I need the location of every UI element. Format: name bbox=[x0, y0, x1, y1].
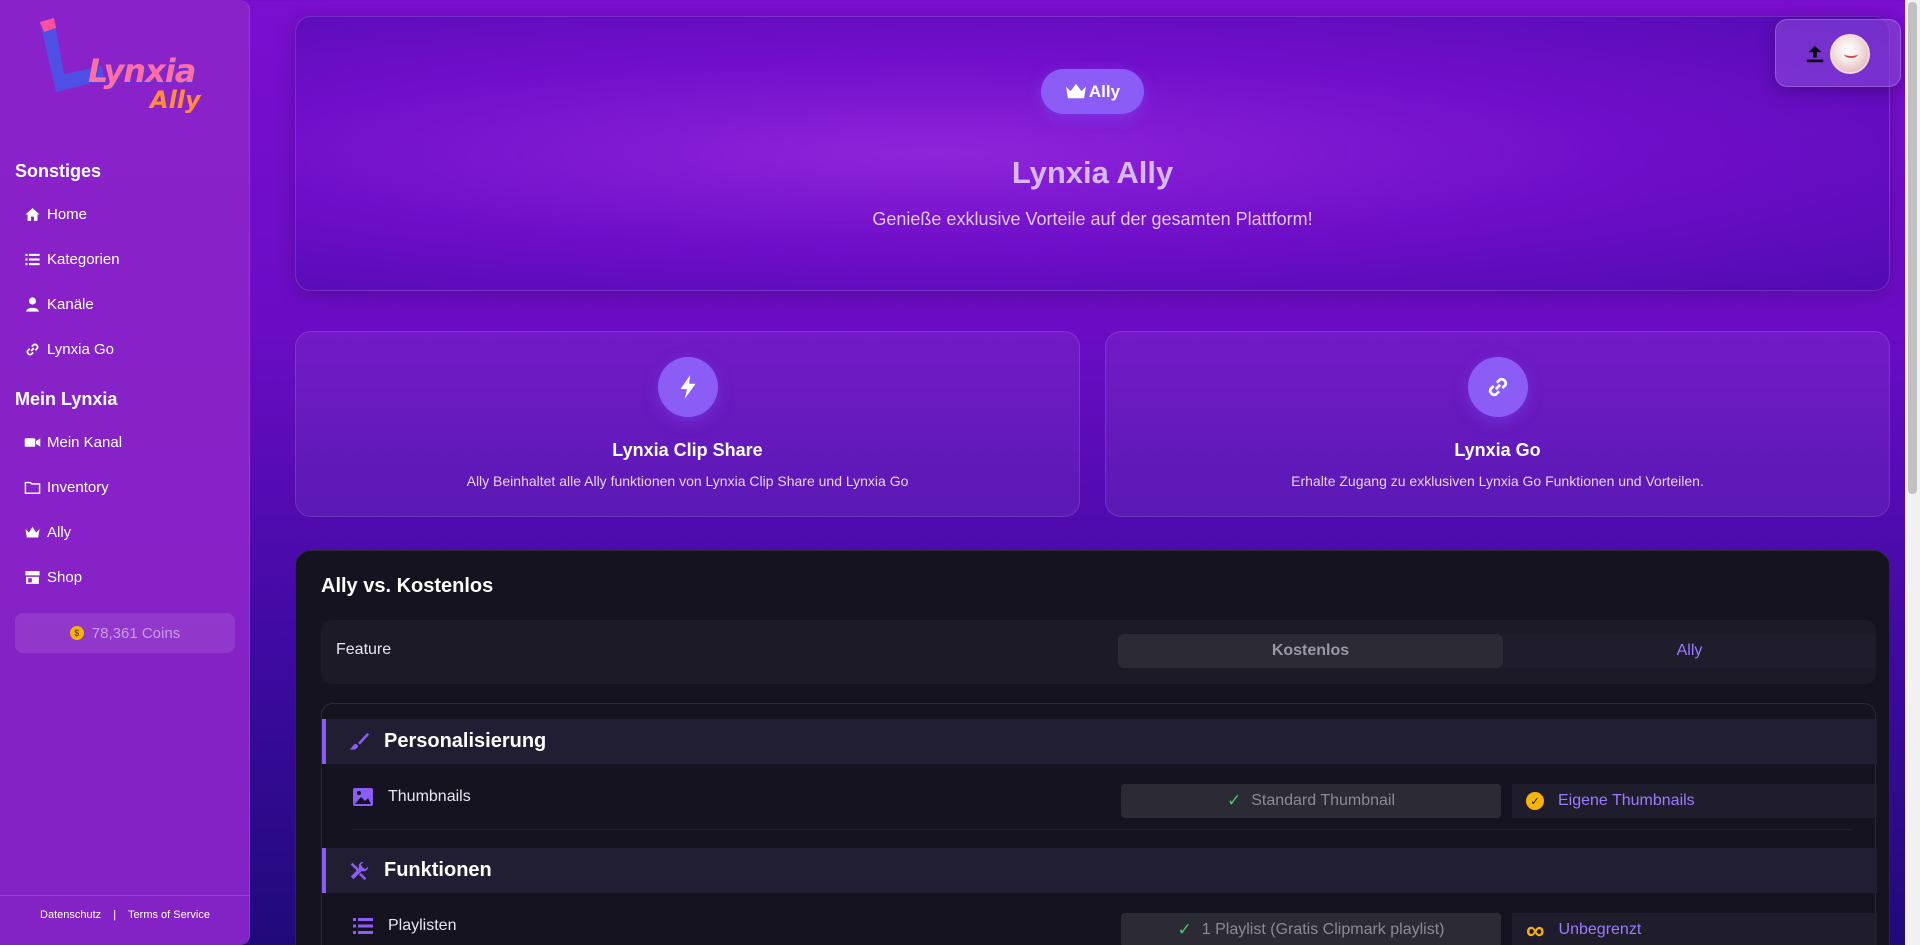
ally-badge-label: Ally bbox=[1088, 81, 1121, 101]
free-value: 1 Playlist (Gratis Clipmark playlist) bbox=[1201, 921, 1445, 938]
sidebar-item-label: Kanäle bbox=[47, 295, 94, 313]
privacy-link[interactable]: Datenschutz bbox=[40, 909, 101, 921]
paintbrush-icon bbox=[349, 732, 370, 750]
check-circle-icon: ✓ bbox=[1526, 792, 1544, 810]
user-icon bbox=[26, 296, 39, 312]
sidebar-item-label: Home bbox=[47, 205, 88, 223]
tools-icon bbox=[350, 861, 369, 880]
card-title: Lynxia Go bbox=[1454, 440, 1541, 460]
sidebar-item-kanaele[interactable]: Kanäle bbox=[24, 289, 94, 319]
sidebar: Lynxia Ally Sonstiges Home Kategorien Ka… bbox=[0, 0, 250, 945]
header-kostenlos: Kostenlos bbox=[1118, 634, 1503, 668]
card-title: Lynxia Clip Share bbox=[612, 440, 763, 460]
sidebar-item-lynxia-go[interactable]: Lynxia Go bbox=[24, 334, 114, 364]
scrollbar-thumb[interactable] bbox=[1908, 2, 1917, 494]
row-divider bbox=[352, 829, 1852, 830]
sidebar-item-home[interactable]: Home bbox=[24, 199, 87, 229]
comparison-header-row: Feature Kostenlos Ally bbox=[321, 620, 1876, 684]
sidebar-item-label: Shop bbox=[47, 568, 83, 586]
sidebar-divider bbox=[0, 895, 250, 896]
list-icon bbox=[353, 917, 373, 935]
sidebar-item-mein-kanal[interactable]: Mein Kanal bbox=[24, 427, 122, 457]
sidebar-item-label: Lynxia Go bbox=[47, 340, 114, 358]
hero-subtitle: Genieße exklusive Vorteile auf der gesam… bbox=[872, 209, 1313, 229]
free-value-cell: ✓ Standard Thumbnail bbox=[1121, 784, 1501, 818]
category-personalisierung: Personalisierung bbox=[322, 719, 1877, 764]
table-row: Playlisten ✓ 1 Playlist (Gratis Clipmark… bbox=[322, 893, 1877, 945]
ally-value: Unbegrenzt bbox=[1558, 921, 1642, 938]
sidebar-item-inventory[interactable]: Inventory bbox=[24, 472, 109, 502]
link-icon bbox=[1488, 377, 1508, 397]
folder-icon bbox=[24, 481, 41, 494]
image-icon bbox=[353, 788, 373, 806]
crown-icon bbox=[25, 526, 40, 537]
infinity-icon: ∞ bbox=[1526, 915, 1545, 945]
ally-badge: Ally bbox=[1041, 69, 1144, 114]
ally-value-cell: ∞ Unbegrenzt bbox=[1512, 913, 1877, 945]
comparison-title: Ally vs. Kostenlos bbox=[321, 575, 494, 597]
avatar[interactable] bbox=[1830, 34, 1870, 74]
header-feature: Feature bbox=[336, 641, 392, 658]
header-ally: Ally bbox=[1503, 634, 1876, 668]
store-icon bbox=[25, 570, 40, 584]
bolt-icon-wrap bbox=[658, 357, 718, 417]
upload-icon[interactable] bbox=[1804, 43, 1826, 65]
video-icon bbox=[24, 437, 41, 447]
section-title-mein-lynxia: Mein Lynxia bbox=[15, 389, 118, 409]
footer-separator: | bbox=[113, 909, 117, 921]
card-description: Ally Beinhaltet alle Ally funktionen von… bbox=[466, 473, 909, 489]
sidebar-item-label: Inventory bbox=[47, 478, 109, 496]
ally-value-cell: ✓ Eigene Thumbnails bbox=[1512, 784, 1877, 818]
user-widget bbox=[1775, 19, 1901, 87]
logo-sub: Ally bbox=[150, 86, 201, 114]
check-icon: ✓ bbox=[1226, 791, 1242, 810]
sidebar-item-kategorien[interactable]: Kategorien bbox=[24, 244, 120, 274]
section-title-sonstiges: Sonstiges bbox=[15, 161, 102, 181]
link-icon bbox=[26, 343, 39, 355]
sidebar-item-label: Mein Kanal bbox=[47, 433, 123, 451]
crown-icon bbox=[1066, 83, 1086, 98]
footer-links: Datenschutz | Terms of Service bbox=[0, 909, 250, 921]
category-label: Funktionen bbox=[384, 859, 492, 881]
card-lynxia-clip-share: Lynxia Clip Share Ally Beinhaltet alle A… bbox=[295, 331, 1080, 517]
feature-label: Playlisten bbox=[388, 917, 457, 934]
category-label: Personalisierung bbox=[384, 730, 547, 752]
comparison-panel: Ally vs. Kostenlos Feature Kostenlos All… bbox=[295, 550, 1890, 945]
hero-title: Lynxia Ally bbox=[1011, 155, 1174, 190]
free-value: Standard Thumbnail bbox=[1251, 792, 1396, 809]
link-icon-wrap bbox=[1468, 357, 1528, 417]
home-icon bbox=[25, 207, 40, 221]
free-value-cell: ✓ 1 Playlist (Gratis Clipmark playlist) bbox=[1121, 913, 1501, 945]
table-row: Thumbnails ✓ Standard Thumbnail ✓ Eigene… bbox=[322, 764, 1877, 829]
sidebar-item-ally[interactable]: Ally bbox=[24, 517, 71, 547]
sidebar-item-shop[interactable]: Shop bbox=[24, 562, 82, 592]
card-lynxia-go: Lynxia Go Erhalte Zugang zu exklusiven L… bbox=[1105, 331, 1890, 517]
terms-link[interactable]: Terms of Service bbox=[128, 909, 210, 921]
sidebar-item-label: Kategorien bbox=[47, 250, 120, 268]
bolt-icon bbox=[680, 375, 696, 399]
feature-label: Thumbnails bbox=[388, 788, 471, 805]
check-icon: ✓ bbox=[1177, 920, 1192, 939]
category-funktionen: Funktionen bbox=[322, 848, 1877, 893]
coins-balance[interactable]: $ 78,361 Coins bbox=[15, 613, 235, 653]
card-description: Erhalte Zugang zu exklusiven Lynxia Go F… bbox=[1291, 473, 1704, 489]
lynxia-ally-logo[interactable]: Lynxia Ally bbox=[40, 18, 201, 128]
logo-word: Lynxia bbox=[88, 52, 196, 90]
coins-text: 78,361 Coins bbox=[91, 624, 181, 642]
hero-banner bbox=[295, 16, 1890, 291]
ally-value: Eigene Thumbnails bbox=[1558, 792, 1695, 809]
coin-icon: $ bbox=[69, 626, 84, 640]
sidebar-item-label: Ally bbox=[47, 523, 72, 541]
comparison-table: Personalisierung Thumbnails ✓ Standard T… bbox=[321, 703, 1877, 945]
list-icon bbox=[25, 253, 40, 265]
